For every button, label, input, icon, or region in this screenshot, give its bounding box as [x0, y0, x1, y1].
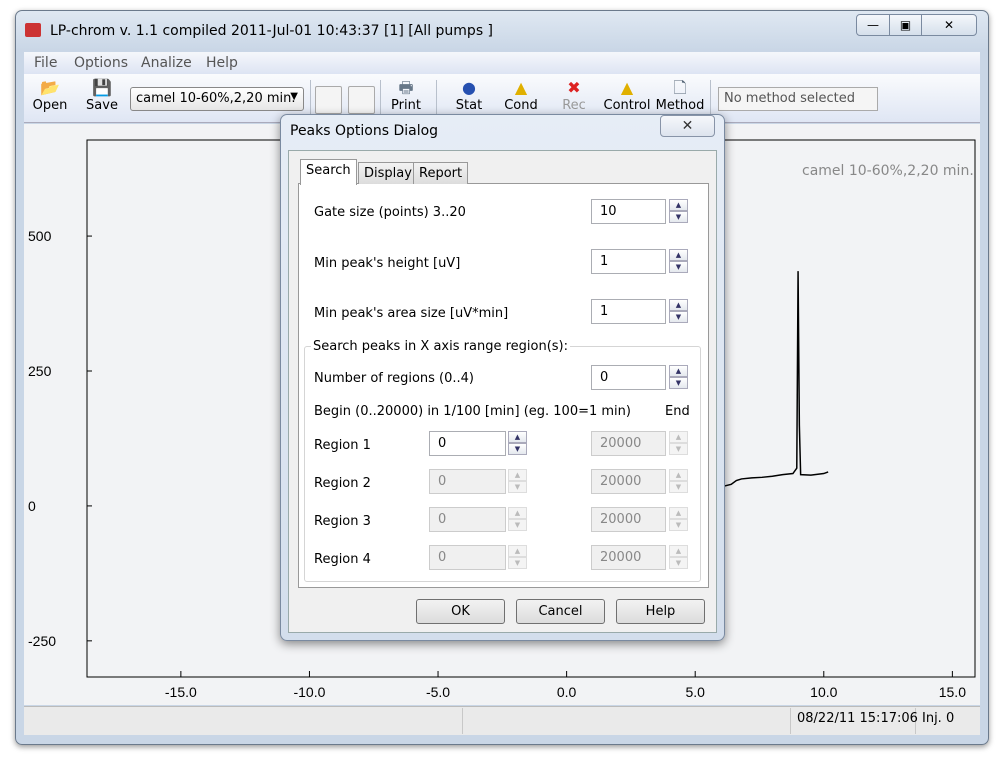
region-begin-spinner[interactable]: ▲ ▼: [508, 469, 527, 494]
region-end-spinner[interactable]: ▲ ▼: [669, 507, 688, 532]
status-divider: [790, 708, 791, 734]
min-area-spinner[interactable]: ▲ ▼: [669, 299, 688, 324]
spin-up-icon[interactable]: ▲: [508, 431, 527, 443]
dialog-close-button[interactable]: ✕: [660, 115, 715, 137]
spin-down-icon[interactable]: ▼: [508, 443, 527, 455]
spin-down-icon[interactable]: ▼: [669, 377, 688, 389]
spin-down-icon[interactable]: ▼: [669, 261, 688, 273]
spin-up-icon[interactable]: ▲: [669, 199, 688, 211]
num-regions-label: Number of regions (0..4): [314, 371, 474, 386]
status-datetime: 08/22/11 15:17:06: [797, 711, 918, 726]
tab-search[interactable]: Search: [300, 159, 357, 185]
spin-down-icon[interactable]: ▼: [669, 211, 688, 223]
region-begin-spinner[interactable]: ▲ ▼: [508, 507, 527, 532]
status-injection: Inj. 0: [922, 711, 955, 726]
region-begin-input[interactable]: 0: [429, 469, 506, 494]
x-tick-label: 10.0: [810, 684, 837, 700]
spin-up-icon[interactable]: ▲: [669, 545, 688, 557]
min-height-label: Min peak's height [uV]: [314, 256, 461, 271]
spin-down-icon[interactable]: ▼: [669, 557, 688, 569]
region-end-spinner[interactable]: ▲ ▼: [669, 469, 688, 494]
region-label: Region 1: [314, 438, 371, 453]
y-tick-label: 500: [28, 228, 52, 244]
x-tick-label: 0.0: [557, 684, 577, 700]
min-area-label: Min peak's area size [uV*min]: [314, 306, 509, 321]
spin-up-icon[interactable]: ▲: [669, 507, 688, 519]
region-end-input[interactable]: 20000: [591, 507, 666, 532]
spin-down-icon[interactable]: ▼: [669, 311, 688, 323]
tab-report[interactable]: Report: [413, 162, 469, 184]
begin-label: Begin (0..20000) in 1/100 [min] (eg. 100…: [314, 404, 631, 419]
region-label: Region 2: [314, 476, 371, 491]
region-begin-input[interactable]: 0: [429, 507, 506, 532]
spin-down-icon[interactable]: ▼: [508, 481, 527, 493]
region-end-input[interactable]: 20000: [591, 469, 666, 494]
cancel-button[interactable]: Cancel: [516, 599, 605, 624]
min-area-input[interactable]: 1: [591, 299, 666, 324]
num-regions-input[interactable]: 0: [591, 365, 666, 390]
region-begin-input[interactable]: 0: [429, 431, 506, 456]
spin-up-icon[interactable]: ▲: [669, 431, 688, 443]
min-height-spinner[interactable]: ▲ ▼: [669, 249, 688, 274]
x-tick-label: 15.0: [939, 684, 966, 700]
region-end-spinner[interactable]: ▲ ▼: [669, 431, 688, 456]
region-begin-input[interactable]: 0: [429, 545, 506, 570]
region-label: Region 3: [314, 514, 371, 529]
min-height-input[interactable]: 1: [591, 249, 666, 274]
help-button[interactable]: Help: [616, 599, 705, 624]
y-tick-label: -250: [28, 633, 56, 649]
regions-group-label: Search peaks in X axis range region(s):: [311, 339, 570, 354]
spin-down-icon[interactable]: ▼: [508, 519, 527, 531]
x-tick-label: 5.0: [685, 684, 705, 700]
region-label: Region 4: [314, 552, 371, 567]
x-tick-label: -10.0: [293, 684, 325, 700]
spin-down-icon[interactable]: ▼: [508, 557, 527, 569]
spin-up-icon[interactable]: ▲: [508, 545, 527, 557]
spin-down-icon[interactable]: ▼: [669, 481, 688, 493]
spin-up-icon[interactable]: ▲: [669, 469, 688, 481]
gate-size-label: Gate size (points) 3..20: [314, 205, 466, 220]
region-begin-spinner[interactable]: ▲ ▼: [508, 545, 527, 570]
region-end-input[interactable]: 20000: [591, 545, 666, 570]
gate-size-input[interactable]: 10: [591, 199, 666, 224]
spin-up-icon[interactable]: ▲: [508, 507, 527, 519]
spin-up-icon[interactable]: ▲: [669, 299, 688, 311]
spin-down-icon[interactable]: ▼: [669, 443, 688, 455]
chart-title: camel 10-60%,2,20 min.: [802, 163, 974, 179]
ok-button[interactable]: OK: [416, 599, 505, 624]
y-tick-label: 0: [28, 498, 36, 514]
x-tick-label: -15.0: [165, 684, 197, 700]
num-regions-spinner[interactable]: ▲ ▼: [669, 365, 688, 390]
end-label: End: [665, 404, 690, 419]
y-tick-label: 250: [28, 363, 52, 379]
spin-up-icon[interactable]: ▲: [669, 249, 688, 261]
chromatogram-trace: [724, 271, 829, 487]
region-end-input[interactable]: 20000: [591, 431, 666, 456]
region-end-spinner[interactable]: ▲ ▼: [669, 545, 688, 570]
tab-display[interactable]: Display: [358, 162, 418, 184]
x-tick-label: -5.0: [426, 684, 450, 700]
gate-size-spinner[interactable]: ▲ ▼: [669, 199, 688, 224]
status-divider: [462, 708, 463, 734]
spin-up-icon[interactable]: ▲: [508, 469, 527, 481]
region-begin-spinner[interactable]: ▲ ▼: [508, 431, 527, 456]
dialog-title: Peaks Options Dialog: [290, 123, 439, 139]
spin-up-icon[interactable]: ▲: [669, 365, 688, 377]
spin-down-icon[interactable]: ▼: [669, 519, 688, 531]
